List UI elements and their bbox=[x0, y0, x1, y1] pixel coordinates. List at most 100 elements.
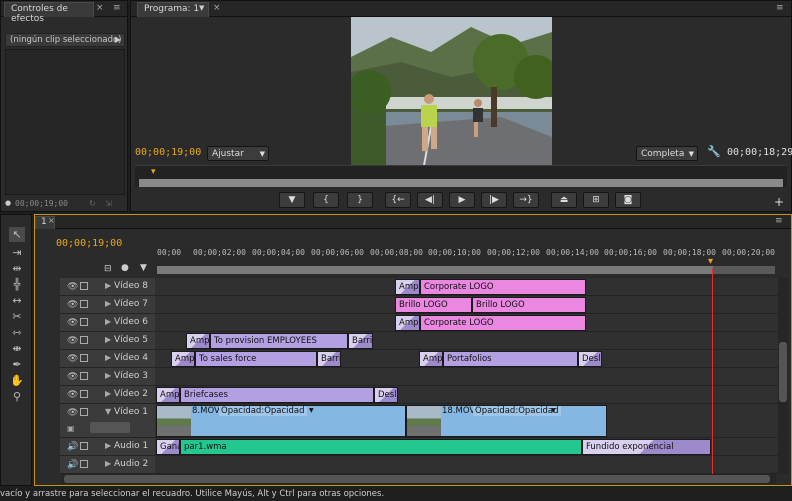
title-clip[interactable]: Brillo LOGO bbox=[472, 297, 586, 313]
lock-icon[interactable] bbox=[80, 300, 88, 308]
rolling-edit-tool-icon[interactable]: ╬ bbox=[9, 277, 25, 292]
title-clip[interactable]: Corporate LOGO bbox=[420, 279, 586, 295]
lane-audio-2[interactable] bbox=[155, 456, 778, 474]
razor-tool-icon[interactable]: ✂ bbox=[9, 309, 25, 324]
eye-icon[interactable]: 👁 bbox=[67, 336, 78, 346]
eye-icon[interactable]: 👁 bbox=[67, 318, 78, 328]
expand-arrow-icon[interactable]: ▶ bbox=[105, 335, 111, 344]
video-clip[interactable]: To provision EMPLOYEES bbox=[210, 333, 348, 349]
title-clip[interactable]: Brillo LOGO bbox=[395, 297, 472, 313]
mark-in-button[interactable]: { bbox=[313, 192, 339, 208]
expand-arrow-icon[interactable]: ▶ bbox=[105, 317, 111, 326]
add-marker-icon[interactable]: ▼ bbox=[140, 263, 147, 273]
marker-icon[interactable]: ● bbox=[121, 263, 129, 273]
expand-arrow-icon[interactable]: ▶ bbox=[115, 35, 121, 44]
eye-icon[interactable]: 👁 bbox=[67, 408, 78, 418]
transition-clip[interactable]: Desliz bbox=[374, 387, 398, 403]
slide-tool-icon[interactable]: ⇼ bbox=[9, 341, 25, 356]
close-icon[interactable]: × bbox=[96, 3, 104, 13]
transition-clip[interactable]: Barri bbox=[317, 351, 341, 367]
tab-effect-controls[interactable]: Controles de efectos bbox=[4, 2, 94, 24]
audio-transition-clip[interactable]: Fundido exponencial bbox=[582, 439, 711, 455]
horizontal-scrollbar[interactable] bbox=[62, 474, 776, 484]
expand-arrow-icon[interactable]: ▶ bbox=[105, 441, 111, 450]
lock-icon[interactable] bbox=[80, 390, 88, 398]
export-icon[interactable]: ⇲ bbox=[105, 199, 112, 208]
pen-tool-icon[interactable]: ✒ bbox=[9, 357, 25, 372]
track-header-video-8[interactable]: 👁 ▶ Vídeo 8 bbox=[60, 278, 155, 296]
timeline-timecode[interactable]: 00;00;19;00 bbox=[56, 238, 122, 249]
lock-icon[interactable] bbox=[80, 354, 88, 362]
wrench-icon[interactable]: 🔧 bbox=[707, 145, 721, 158]
export-frame-button[interactable]: ◙ bbox=[615, 192, 641, 208]
audio-transition-clip[interactable]: Gana bbox=[156, 439, 180, 455]
transition-clip[interactable]: Ampli bbox=[395, 315, 420, 331]
playhead-line[interactable] bbox=[712, 268, 713, 474]
transition-clip[interactable]: Desli bbox=[578, 351, 602, 367]
track-header-video-6[interactable]: 👁 ▶ Vídeo 6 bbox=[60, 314, 155, 332]
eye-icon[interactable]: 👁 bbox=[67, 372, 78, 382]
zoom-tool-icon[interactable]: ⚲ bbox=[9, 389, 25, 404]
expand-arrow-icon[interactable]: ▶ bbox=[105, 353, 111, 362]
scroll-thumb[interactable] bbox=[64, 475, 770, 483]
step-back-button[interactable]: ◀| bbox=[417, 192, 443, 208]
panel-menu-icon[interactable]: ≡ bbox=[776, 3, 784, 13]
speaker-icon[interactable]: 🔊 bbox=[67, 442, 78, 452]
track-header-video-5[interactable]: 👁 ▶ Vídeo 5 bbox=[60, 332, 155, 350]
close-icon[interactable]: × bbox=[48, 216, 55, 225]
chevron-down-icon[interactable]: ▼ bbox=[551, 407, 556, 414]
rate-stretch-tool-icon[interactable]: ↔ bbox=[9, 293, 25, 308]
work-area-bar[interactable] bbox=[157, 266, 713, 274]
play-button[interactable]: ▶ bbox=[449, 192, 475, 208]
go-to-out-button[interactable]: →} bbox=[513, 192, 539, 208]
panel-menu-icon[interactable]: ≡ bbox=[775, 216, 783, 226]
fit-select[interactable]: Ajustar ▼ bbox=[207, 146, 269, 161]
eye-icon[interactable]: 👁 bbox=[67, 390, 78, 400]
playhead-handle-icon[interactable]: ▾ bbox=[708, 256, 713, 267]
track-header-audio-1[interactable]: 🔊 ▶ Audio 1 bbox=[60, 438, 155, 456]
track-select-tool-icon[interactable]: ⇥ bbox=[9, 245, 25, 260]
ripple-edit-tool-icon[interactable]: ⇹ bbox=[9, 261, 25, 276]
chevron-down-icon[interactable]: ▼ bbox=[309, 407, 314, 414]
quality-select[interactable]: Completa ▼ bbox=[636, 146, 698, 161]
title-clip[interactable]: Corporate LOGO bbox=[420, 315, 586, 331]
clip-effect-menu[interactable]: Opacidad:Opacidad bbox=[219, 406, 307, 416]
mark-out-button[interactable]: } bbox=[347, 192, 373, 208]
transition-clip[interactable]: Ampli bbox=[186, 333, 210, 349]
track-header-video-1[interactable]: 👁 ▼ Vídeo 1 ▣ bbox=[60, 404, 155, 438]
extract-button[interactable]: ⊞ bbox=[583, 192, 609, 208]
close-icon[interactable]: × bbox=[213, 3, 221, 13]
playhead-marker-icon[interactable]: ▾ bbox=[151, 167, 156, 177]
video-clip[interactable]: Portafolios bbox=[443, 351, 578, 367]
scroll-thumb[interactable] bbox=[779, 342, 787, 402]
track-header-video-2[interactable]: 👁 ▶ Vídeo 2 bbox=[60, 386, 155, 404]
track-header-video-3[interactable]: 👁 ▶ Vídeo 3 bbox=[60, 368, 155, 386]
transition-clip[interactable]: Barric bbox=[348, 333, 373, 349]
step-forward-button[interactable]: |▶ bbox=[481, 192, 507, 208]
video-clip[interactable]: To sales force bbox=[195, 351, 317, 367]
track-header-video-4[interactable]: 👁 ▶ Vídeo 4 bbox=[60, 350, 155, 368]
track-header-audio-2[interactable]: 🔊 ▶ Audio 2 bbox=[60, 456, 155, 474]
snap-icon[interactable]: ⊟ bbox=[104, 264, 112, 274]
eye-icon[interactable]: 👁 bbox=[67, 282, 78, 292]
track-header-video-7[interactable]: 👁 ▶ Vídeo 7 bbox=[60, 296, 155, 314]
keyframe-nav[interactable] bbox=[90, 422, 130, 433]
eye-icon[interactable]: 👁 bbox=[67, 300, 78, 310]
selection-tool-icon[interactable]: ↖ bbox=[9, 227, 25, 242]
expand-arrow-icon[interactable]: ▶ bbox=[105, 281, 111, 290]
lock-icon[interactable] bbox=[80, 318, 88, 326]
lift-button[interactable]: ⏏ bbox=[551, 192, 577, 208]
keyframe-toggle-icon[interactable]: ▣ bbox=[67, 424, 75, 433]
expand-arrow-icon[interactable]: ▶ bbox=[105, 299, 111, 308]
clip-effect-menu[interactable]: Opacidad:Opacidad bbox=[473, 406, 561, 416]
expand-arrow-icon[interactable]: ▶ bbox=[105, 389, 111, 398]
lock-icon[interactable] bbox=[80, 372, 88, 380]
add-marker-button[interactable]: ▼ bbox=[279, 192, 305, 208]
transition-clip[interactable]: Ampli bbox=[419, 351, 443, 367]
eye-icon[interactable]: 👁 bbox=[67, 354, 78, 364]
slip-tool-icon[interactable]: ⇿ bbox=[9, 325, 25, 340]
speaker-icon[interactable]: 🔊 bbox=[67, 460, 78, 470]
program-scrub-bar[interactable]: ▾ bbox=[135, 165, 787, 187]
panel-menu-icon[interactable]: ≡ bbox=[113, 3, 121, 13]
transition-clip[interactable]: Ampli bbox=[156, 387, 180, 403]
